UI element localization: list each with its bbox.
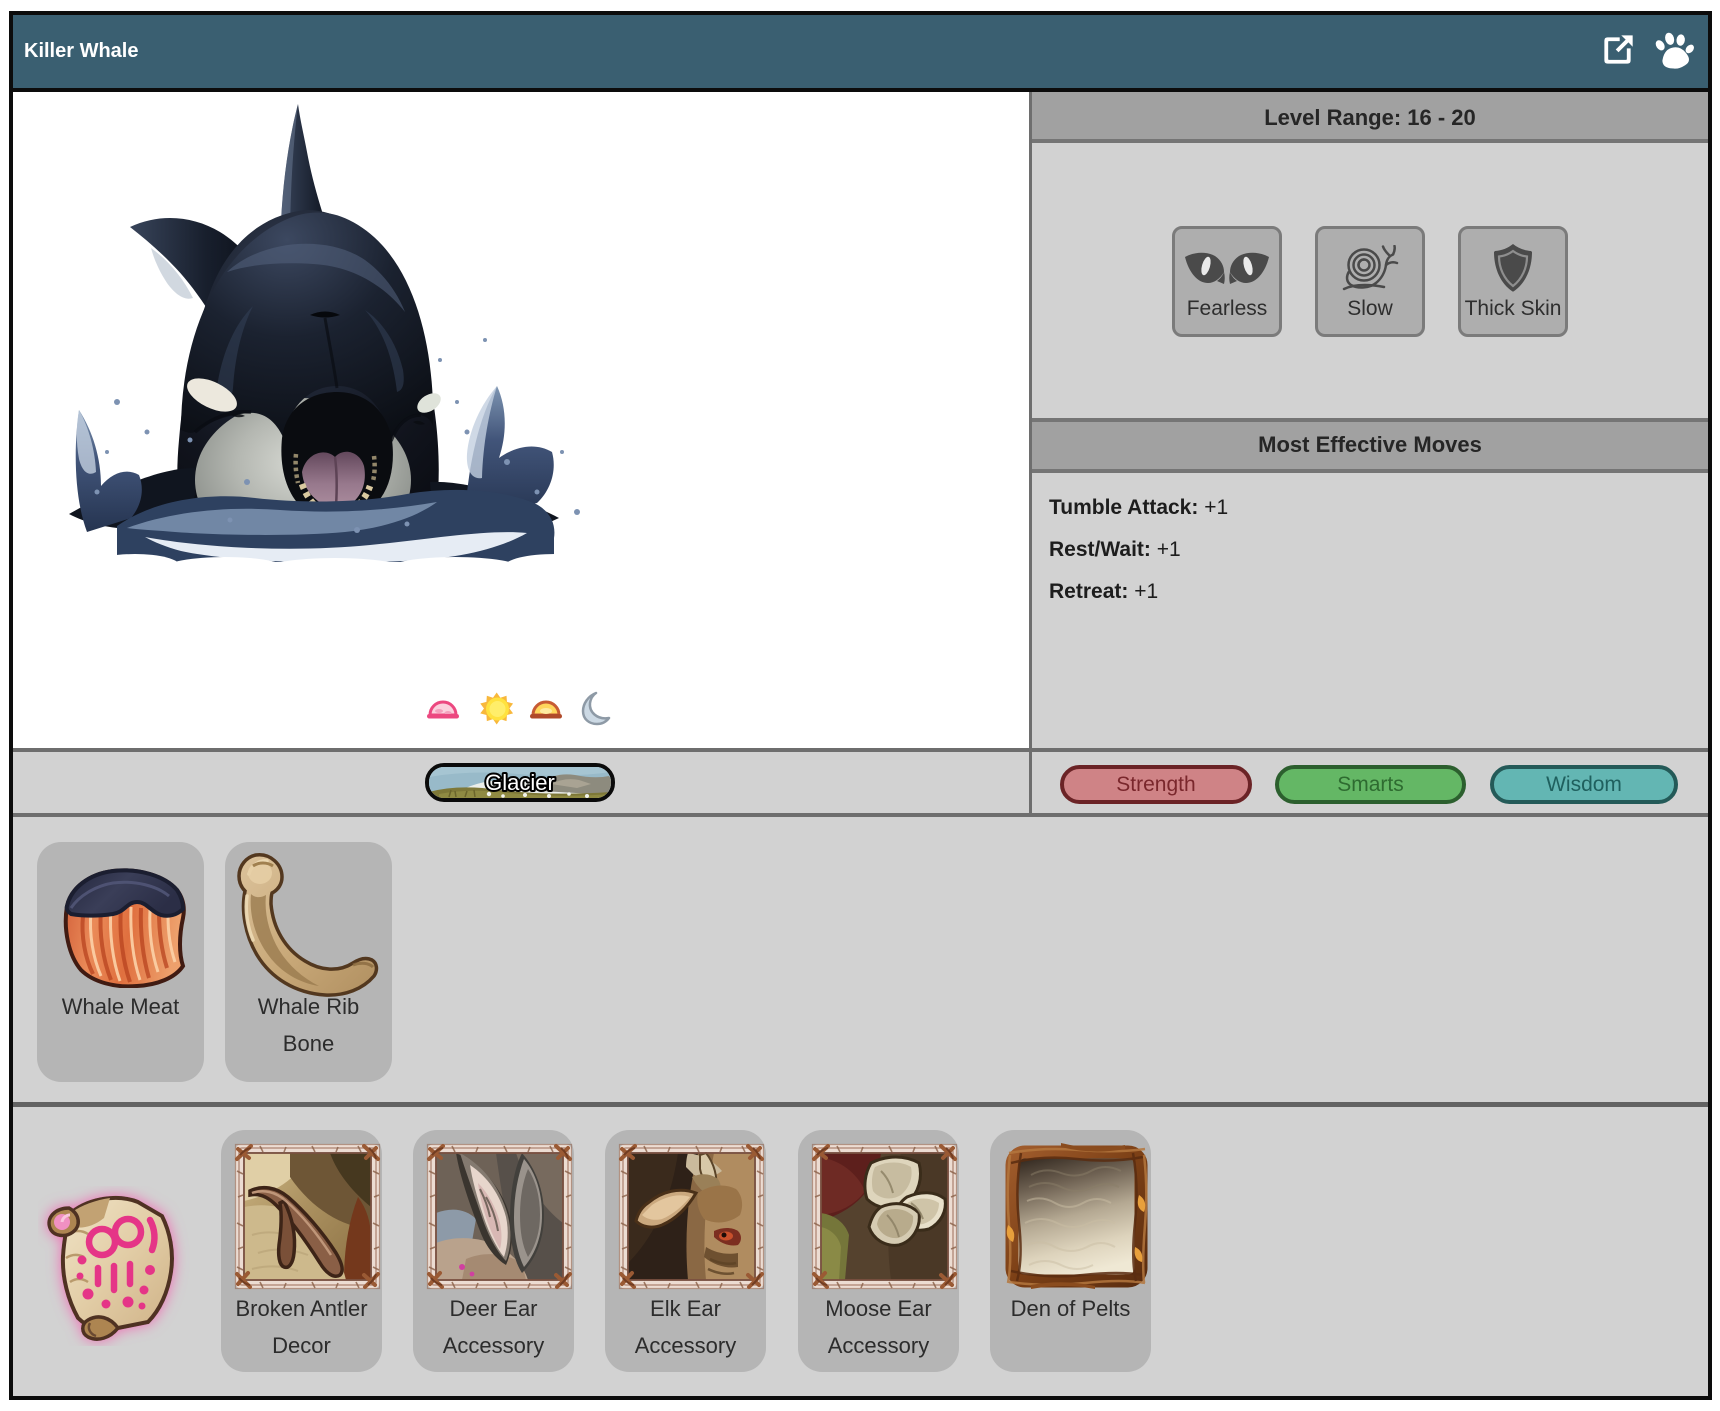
svg-text:Glacier: Glacier [485, 770, 555, 795]
